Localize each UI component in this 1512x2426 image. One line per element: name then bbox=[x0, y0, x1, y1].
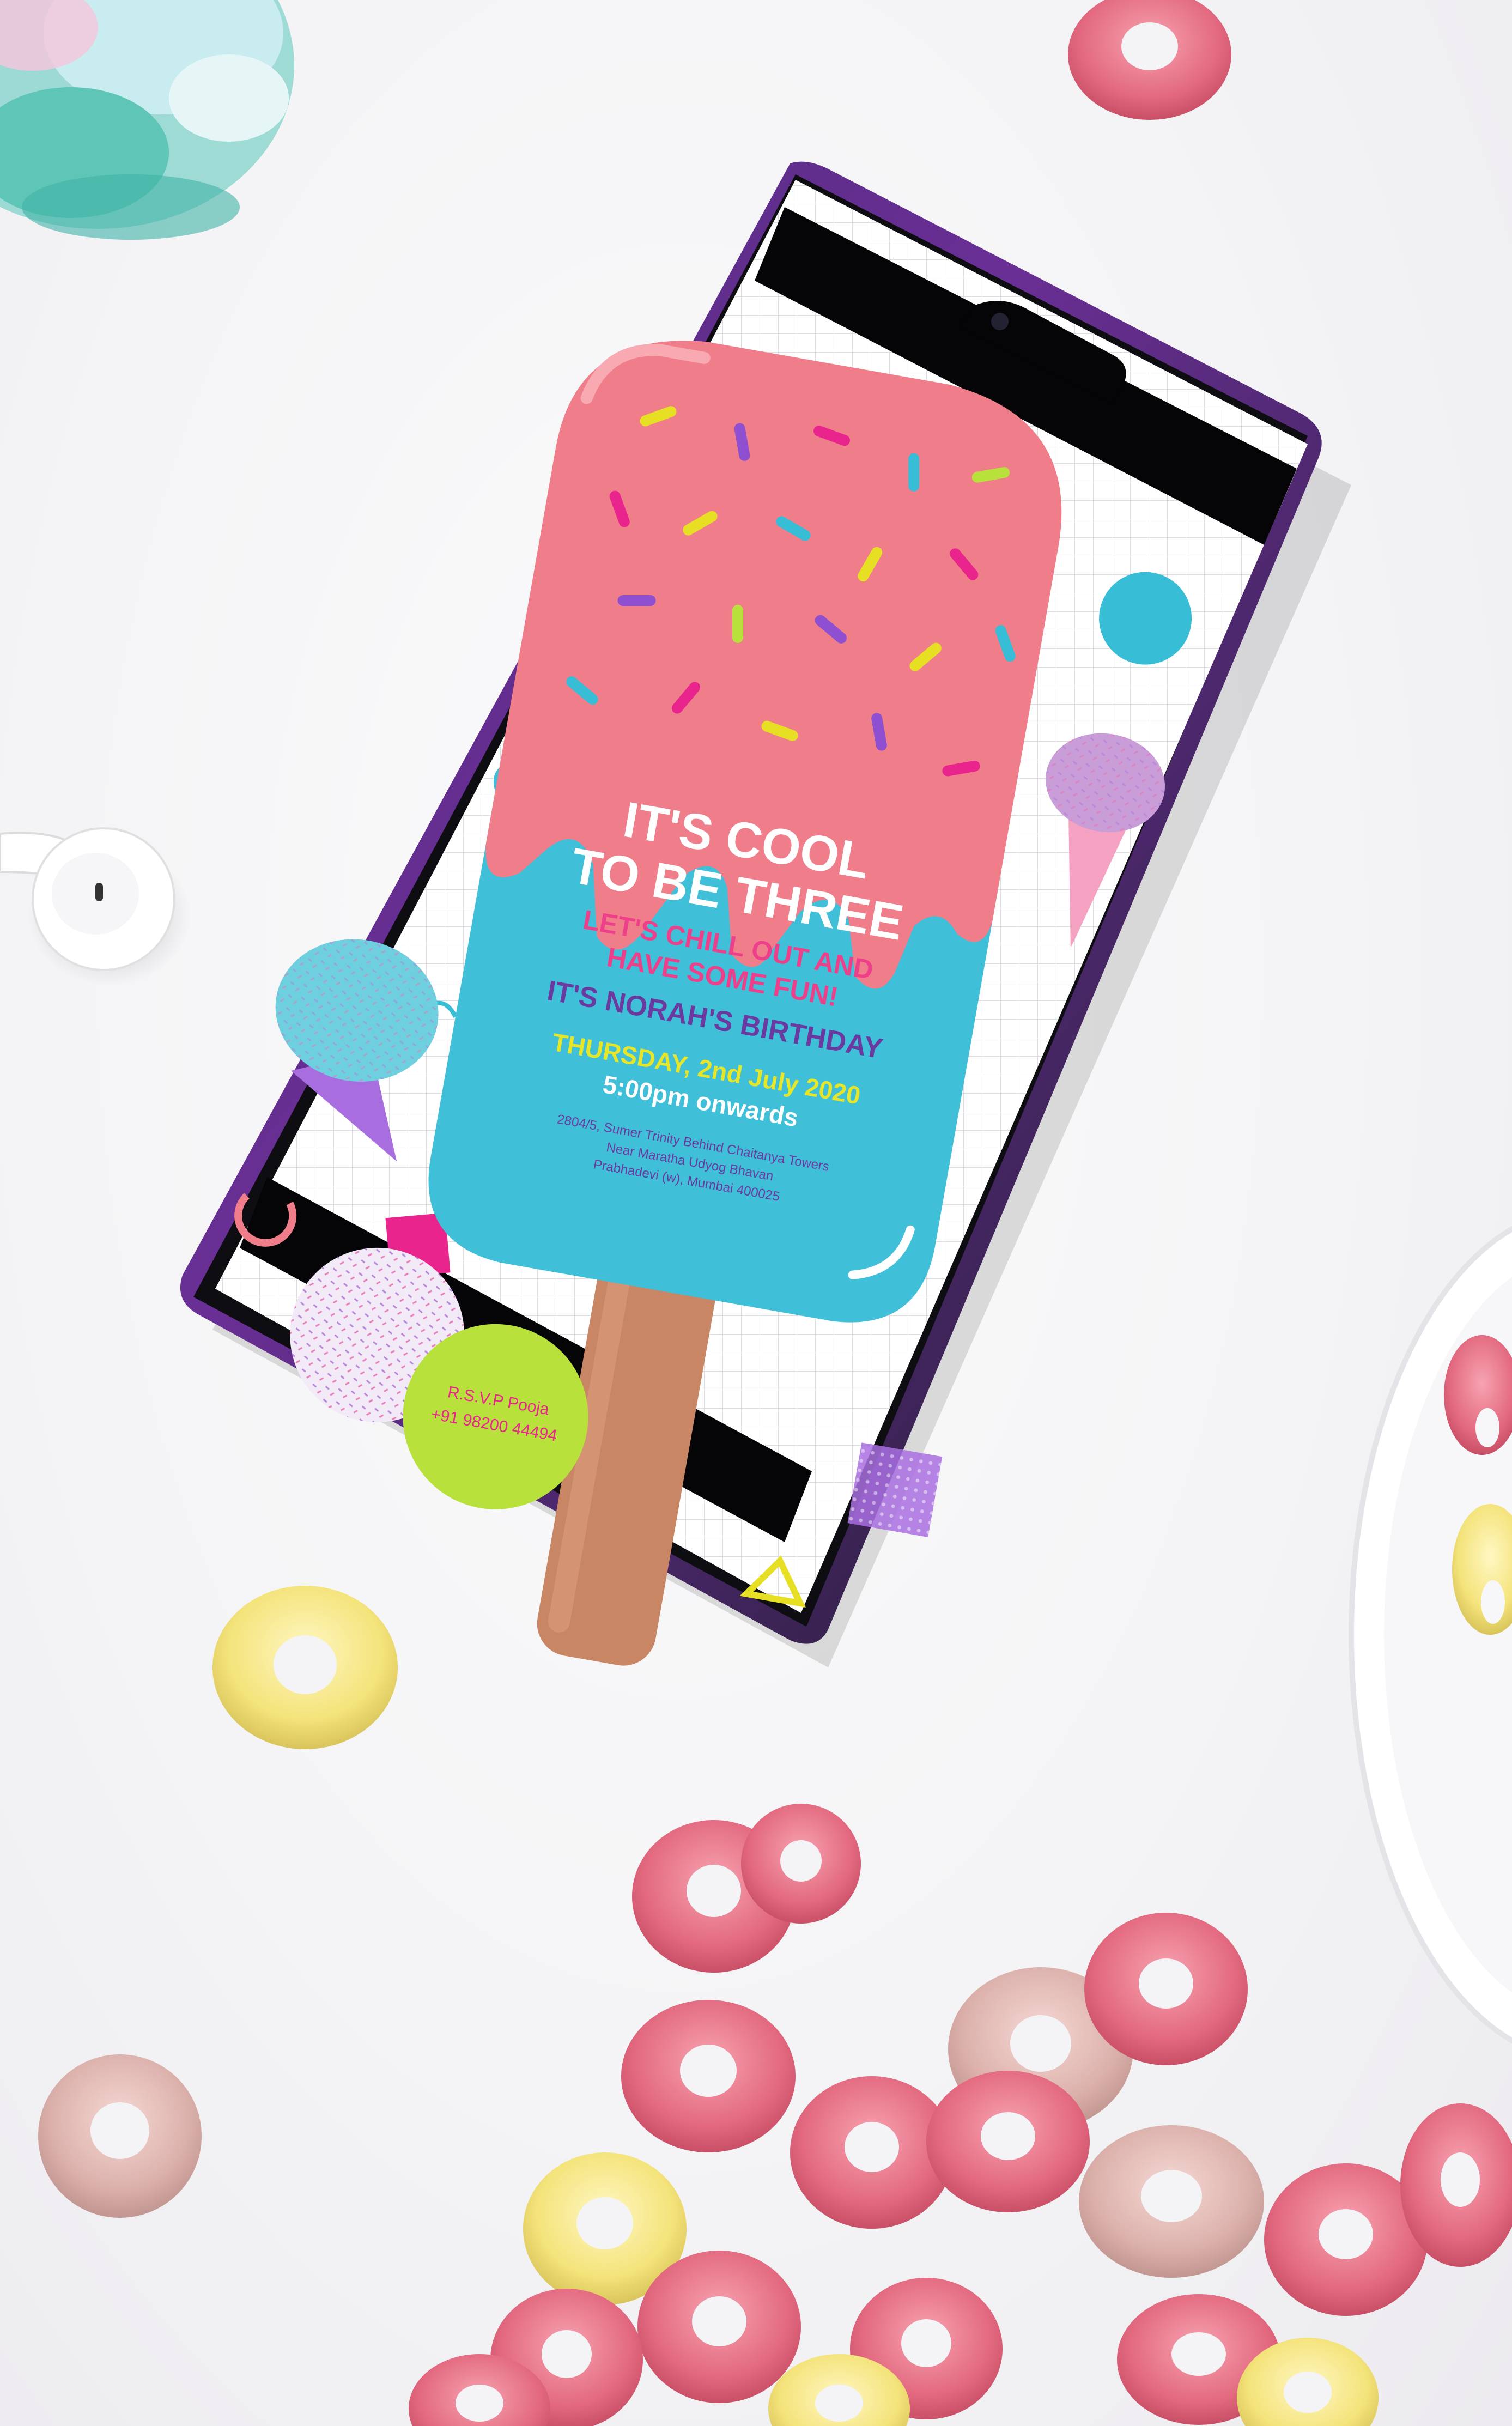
slime-prop bbox=[0, 0, 294, 240]
photo-svg: IT'S COOL TO BE THREE LET'S CHILL OUT AN… bbox=[0, 0, 1512, 2426]
cereal-rings bbox=[38, 1586, 1512, 2426]
cereal-ring-top bbox=[1068, 0, 1231, 120]
photo-scene: IT'S COOL TO BE THREE LET'S CHILL OUT AN… bbox=[0, 0, 1512, 2426]
cereal-bowl bbox=[1349, 1226, 1512, 2044]
earbud-prop bbox=[0, 827, 191, 986]
